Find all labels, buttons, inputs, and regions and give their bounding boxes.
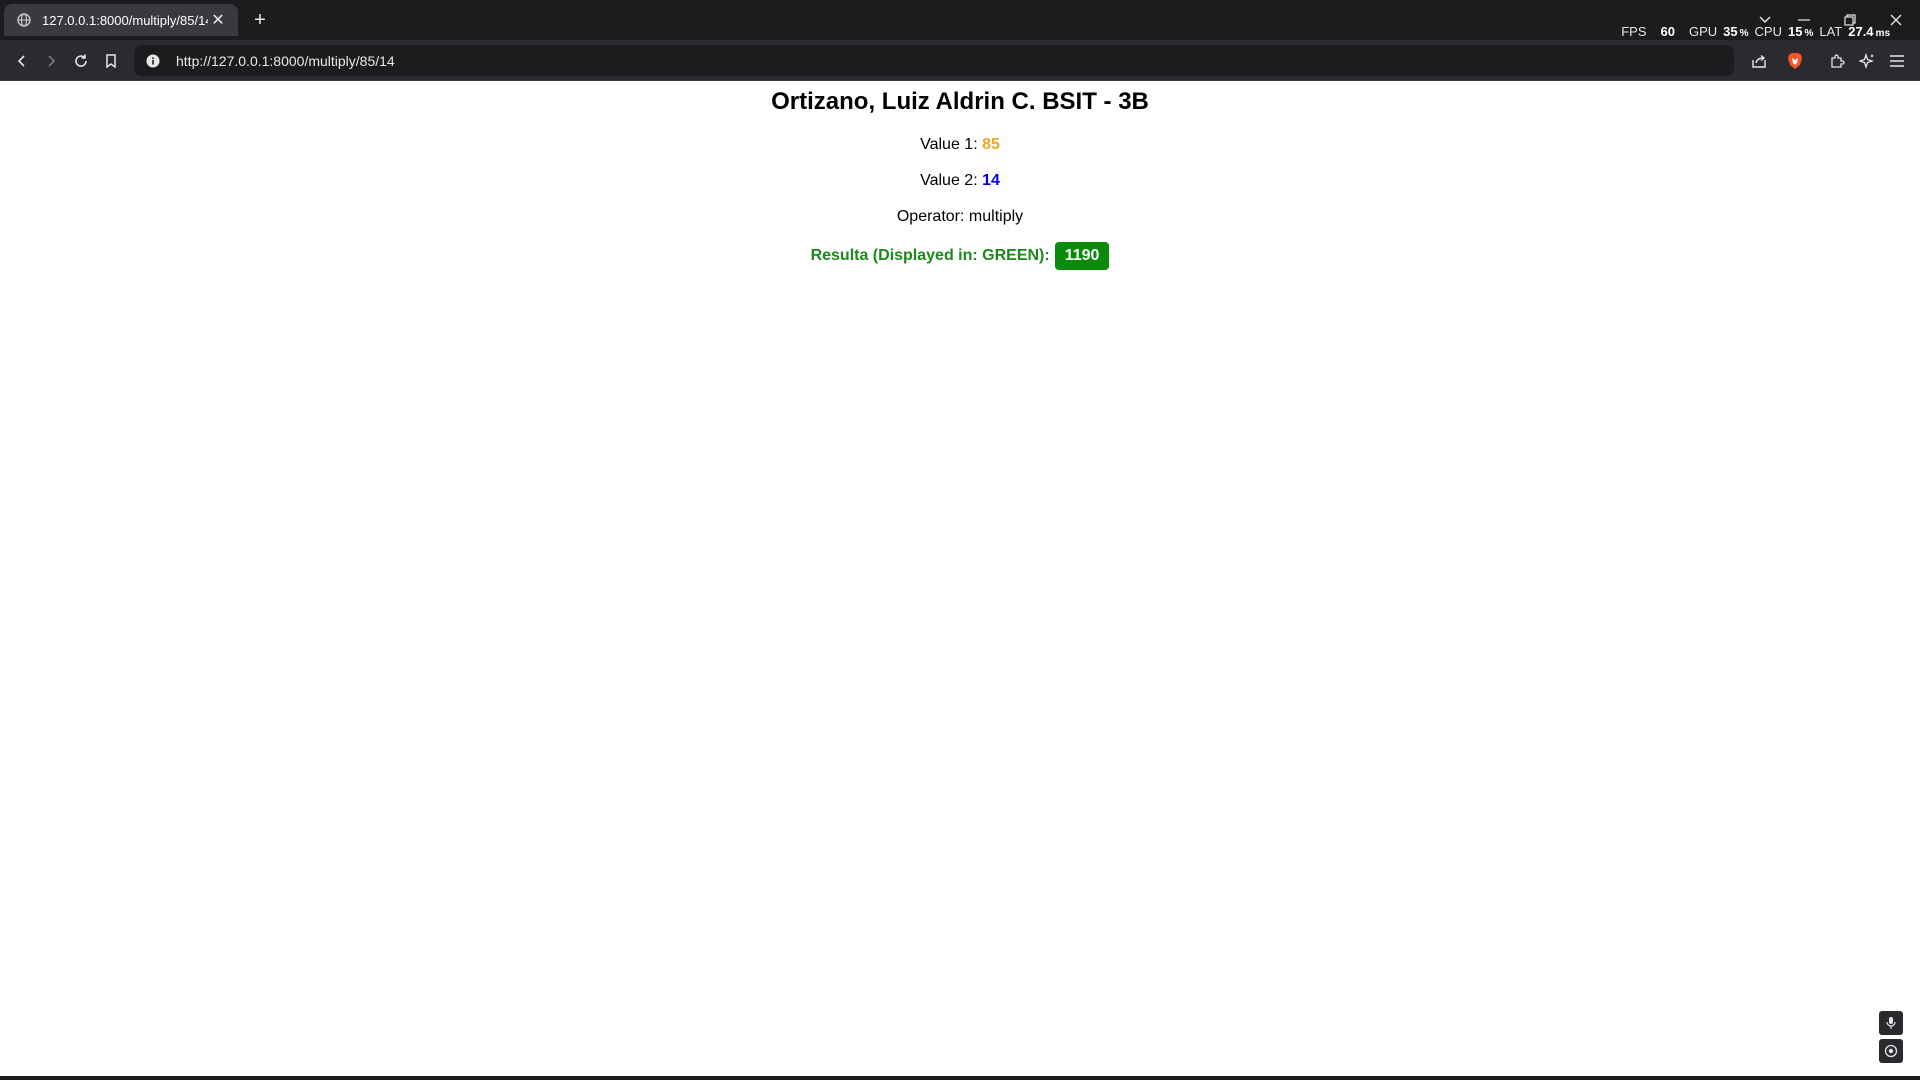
- cpu-label: CPU: [1754, 24, 1782, 39]
- page-title: Ortizano, Luiz Aldrin C. BSIT - 3B: [771, 88, 1149, 115]
- page-content: Ortizano, Luiz Aldrin C. BSIT - 3B Value…: [0, 82, 1920, 1076]
- performance-overlay: FPS 60 GPU 35 % CPU 15 % LAT 27.4 ms: [1621, 24, 1890, 39]
- close-icon[interactable]: ✕: [208, 10, 228, 30]
- result-badge: 1190: [1054, 242, 1110, 270]
- address-bar[interactable]: http://127.0.0.1:8000/multiply/85/14: [134, 45, 1734, 76]
- operator-label: Operator:: [896, 208, 965, 225]
- extensions-icon[interactable]: [1824, 48, 1850, 74]
- fps-label: FPS: [1621, 24, 1647, 39]
- fps-value: 60: [1660, 24, 1675, 39]
- share-icon[interactable]: [1746, 48, 1772, 74]
- browser-toolbar: http://127.0.0.1:8000/multiply/85/14: [0, 40, 1920, 81]
- result-label: Resulta (Displayed in: GREEN):: [810, 247, 1050, 264]
- bottom-edge: [0, 1076, 1920, 1080]
- microphone-icon[interactable]: [1879, 1011, 1903, 1035]
- leo-ai-icon[interactable]: [1854, 48, 1880, 74]
- cpu-unit: %: [1804, 28, 1814, 39]
- tab-title: 127.0.0.1:8000/multiply/85/14: [42, 12, 208, 28]
- lat-label: LAT: [1819, 24, 1843, 39]
- title-bar: 127.0.0.1:8000/multiply/85/14 ✕ + FPS 60…: [0, 0, 1920, 40]
- operator-line: Operator: multiply: [0, 208, 1920, 226]
- back-icon[interactable]: [9, 48, 35, 74]
- target-icon[interactable]: [1879, 1039, 1903, 1063]
- cpu-value: 15: [1787, 24, 1803, 39]
- value2: 14: [982, 172, 1000, 189]
- value2-line: Value 2: 14: [0, 172, 1920, 190]
- info-icon[interactable]: [144, 52, 162, 70]
- globe-icon: [16, 12, 32, 28]
- menu-icon[interactable]: [1884, 48, 1910, 74]
- result-line: Resulta (Displayed in: GREEN): 1190: [0, 242, 1920, 270]
- reload-icon[interactable]: [68, 48, 94, 74]
- value1: 85: [982, 136, 1000, 153]
- plus-icon[interactable]: +: [248, 8, 272, 32]
- value1-label: Value 1:: [920, 136, 978, 153]
- brave-shield-icon[interactable]: [1782, 48, 1808, 74]
- browser-tab[interactable]: 127.0.0.1:8000/multiply/85/14 ✕: [4, 4, 238, 36]
- value2-label: Value 2:: [920, 172, 978, 189]
- forward-icon[interactable]: [38, 48, 64, 74]
- value1-line: Value 1: 85: [0, 136, 1920, 154]
- operator-value: multiply: [968, 208, 1024, 225]
- lat-unit: ms: [1875, 28, 1890, 39]
- gpu-value: 35: [1723, 24, 1738, 39]
- gpu-unit: %: [1739, 28, 1749, 39]
- url-text: http://127.0.0.1:8000/multiply/85/14: [176, 52, 395, 69]
- bookmark-icon[interactable]: [98, 48, 124, 74]
- gpu-label: GPU: [1688, 24, 1718, 39]
- lat-value: 27.4: [1848, 24, 1874, 39]
